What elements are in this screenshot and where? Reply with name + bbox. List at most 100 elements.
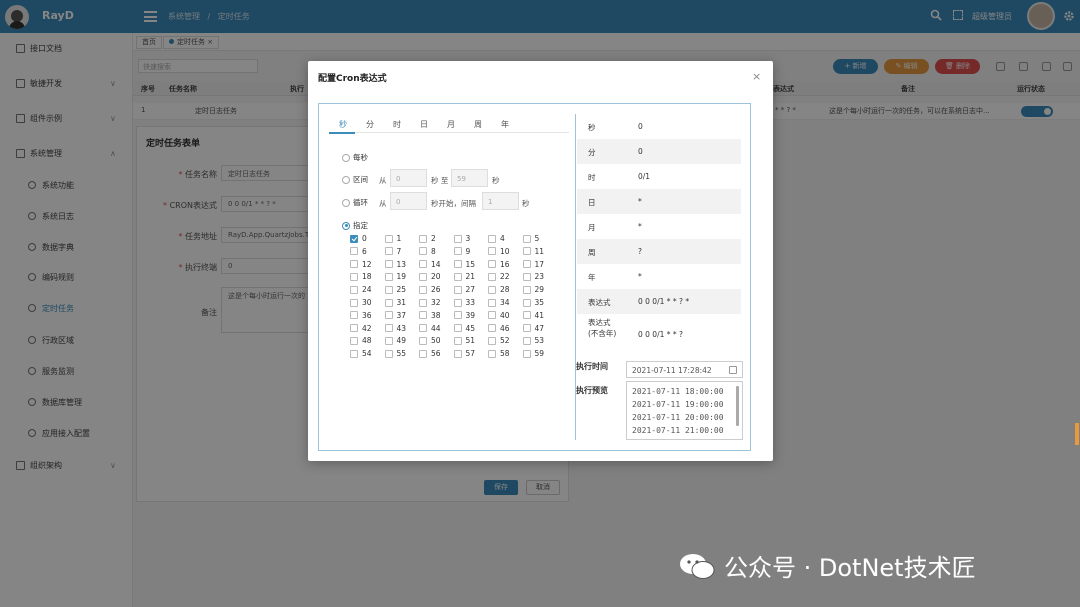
- checkbox[interactable]: [419, 272, 427, 281]
- second-checkbox[interactable]: 43: [384, 324, 406, 333]
- second-checkbox[interactable]: 4: [488, 234, 505, 243]
- checkbox[interactable]: [350, 324, 358, 333]
- second-checkbox[interactable]: 20: [419, 272, 441, 281]
- checkbox[interactable]: [350, 298, 358, 307]
- preview-list[interactable]: 2021-07-11 18:00:00 2021-07-11 19:00:00 …: [626, 381, 743, 440]
- scrollbar-thumb[interactable]: [1075, 423, 1079, 445]
- checkbox[interactable]: [488, 247, 496, 256]
- checkbox[interactable]: [453, 285, 462, 294]
- second-checkbox[interactable]: 28: [488, 285, 510, 294]
- tab-year[interactable]: 年: [501, 119, 509, 130]
- checkbox[interactable]: [453, 247, 462, 256]
- checkbox[interactable]: [522, 311, 531, 320]
- checkbox[interactable]: [453, 349, 462, 358]
- second-checkbox[interactable]: 1: [384, 234, 401, 243]
- second-checkbox[interactable]: 31: [384, 298, 406, 307]
- second-checkbox[interactable]: 37: [384, 311, 406, 320]
- checkbox[interactable]: [419, 298, 427, 307]
- second-checkbox[interactable]: 5: [522, 234, 539, 243]
- checkbox[interactable]: [419, 336, 427, 345]
- loop-step-input[interactable]: 1: [482, 192, 519, 210]
- second-checkbox[interactable]: 10: [488, 247, 510, 256]
- checkbox[interactable]: [522, 285, 531, 294]
- second-checkbox[interactable]: 19: [384, 272, 406, 281]
- second-checkbox[interactable]: 38: [419, 311, 441, 320]
- checkbox[interactable]: [488, 324, 496, 333]
- second-checkbox[interactable]: 33: [453, 298, 475, 307]
- second-checkbox[interactable]: 26: [419, 285, 441, 294]
- checkbox[interactable]: [522, 349, 531, 358]
- second-checkbox[interactable]: 8: [419, 247, 436, 256]
- checkbox[interactable]: [488, 311, 496, 320]
- checkbox[interactable]: [522, 298, 531, 307]
- range-end-input[interactable]: 59: [451, 169, 488, 187]
- close-icon[interactable]: ×: [752, 70, 761, 83]
- second-checkbox[interactable]: 51: [453, 336, 475, 345]
- option-loop[interactable]: 循环: [342, 197, 368, 208]
- second-checkbox[interactable]: 17: [522, 260, 544, 269]
- tab-second[interactable]: 秒: [339, 119, 347, 130]
- second-checkbox[interactable]: 25: [384, 285, 406, 294]
- radio-button[interactable]: [342, 153, 350, 162]
- checkbox[interactable]: [488, 349, 496, 358]
- preview-scrollbar[interactable]: [736, 386, 739, 426]
- second-checkbox[interactable]: 46: [488, 324, 510, 333]
- checkbox[interactable]: [350, 285, 358, 294]
- second-checkbox[interactable]: 53: [522, 336, 544, 345]
- option-every-second[interactable]: 每秒: [342, 152, 368, 163]
- checkbox[interactable]: [522, 272, 531, 281]
- checkbox[interactable]: [419, 234, 427, 243]
- checkbox[interactable]: [419, 311, 427, 320]
- second-checkbox[interactable]: 14: [419, 260, 441, 269]
- checkbox[interactable]: [453, 234, 462, 243]
- exec-time-input[interactable]: 2021-07-11 17:28:42: [626, 361, 743, 378]
- second-checkbox[interactable]: 16: [488, 260, 510, 269]
- second-checkbox[interactable]: 49: [384, 336, 406, 345]
- calendar-icon[interactable]: [729, 366, 737, 374]
- second-checkbox[interactable]: 11: [522, 247, 544, 256]
- checkbox[interactable]: [350, 247, 358, 256]
- second-checkbox[interactable]: 47: [522, 324, 544, 333]
- second-checkbox[interactable]: 21: [453, 272, 475, 281]
- second-checkbox[interactable]: 13: [384, 260, 406, 269]
- checkbox[interactable]: [522, 247, 531, 256]
- second-checkbox[interactable]: 56: [419, 349, 441, 358]
- checkbox[interactable]: [488, 336, 496, 345]
- checkbox[interactable]: [384, 349, 393, 358]
- second-checkbox[interactable]: 52: [488, 336, 510, 345]
- checkbox[interactable]: [488, 285, 496, 294]
- checkbox[interactable]: [419, 247, 427, 256]
- checkbox[interactable]: [453, 272, 462, 281]
- checkbox[interactable]: [453, 336, 462, 345]
- loop-start-input[interactable]: 0: [390, 192, 427, 210]
- checkbox[interactable]: [384, 324, 393, 333]
- second-checkbox[interactable]: 27: [453, 285, 475, 294]
- range-start-input[interactable]: 0: [390, 169, 427, 187]
- checkbox[interactable]: [488, 260, 496, 269]
- checkbox[interactable]: [419, 285, 427, 294]
- checkbox[interactable]: [419, 349, 427, 358]
- checkbox[interactable]: [522, 234, 531, 243]
- second-checkbox[interactable]: 30: [350, 298, 372, 307]
- radio-button-selected[interactable]: [342, 221, 350, 230]
- second-checkbox[interactable]: 44: [419, 324, 441, 333]
- option-specify[interactable]: 指定: [342, 220, 368, 231]
- checkbox[interactable]: [488, 234, 496, 243]
- second-checkbox[interactable]: 48: [350, 336, 372, 345]
- checkbox[interactable]: [384, 272, 393, 281]
- checkbox[interactable]: [488, 298, 496, 307]
- radio-button[interactable]: [342, 198, 350, 207]
- checkbox[interactable]: [350, 349, 358, 358]
- radio-button[interactable]: [342, 175, 350, 184]
- second-checkbox[interactable]: 36: [350, 311, 372, 320]
- checkbox[interactable]: [350, 260, 358, 269]
- checkbox[interactable]: [419, 260, 427, 269]
- second-checkbox[interactable]: 29: [522, 285, 544, 294]
- checkbox[interactable]: [453, 298, 462, 307]
- second-checkbox[interactable]: 40: [488, 311, 510, 320]
- second-checkbox[interactable]: 54: [350, 349, 372, 358]
- second-checkbox[interactable]: 9: [453, 247, 470, 256]
- checkbox[interactable]: [384, 311, 393, 320]
- checkbox[interactable]: [350, 336, 358, 345]
- checkbox[interactable]: [384, 298, 393, 307]
